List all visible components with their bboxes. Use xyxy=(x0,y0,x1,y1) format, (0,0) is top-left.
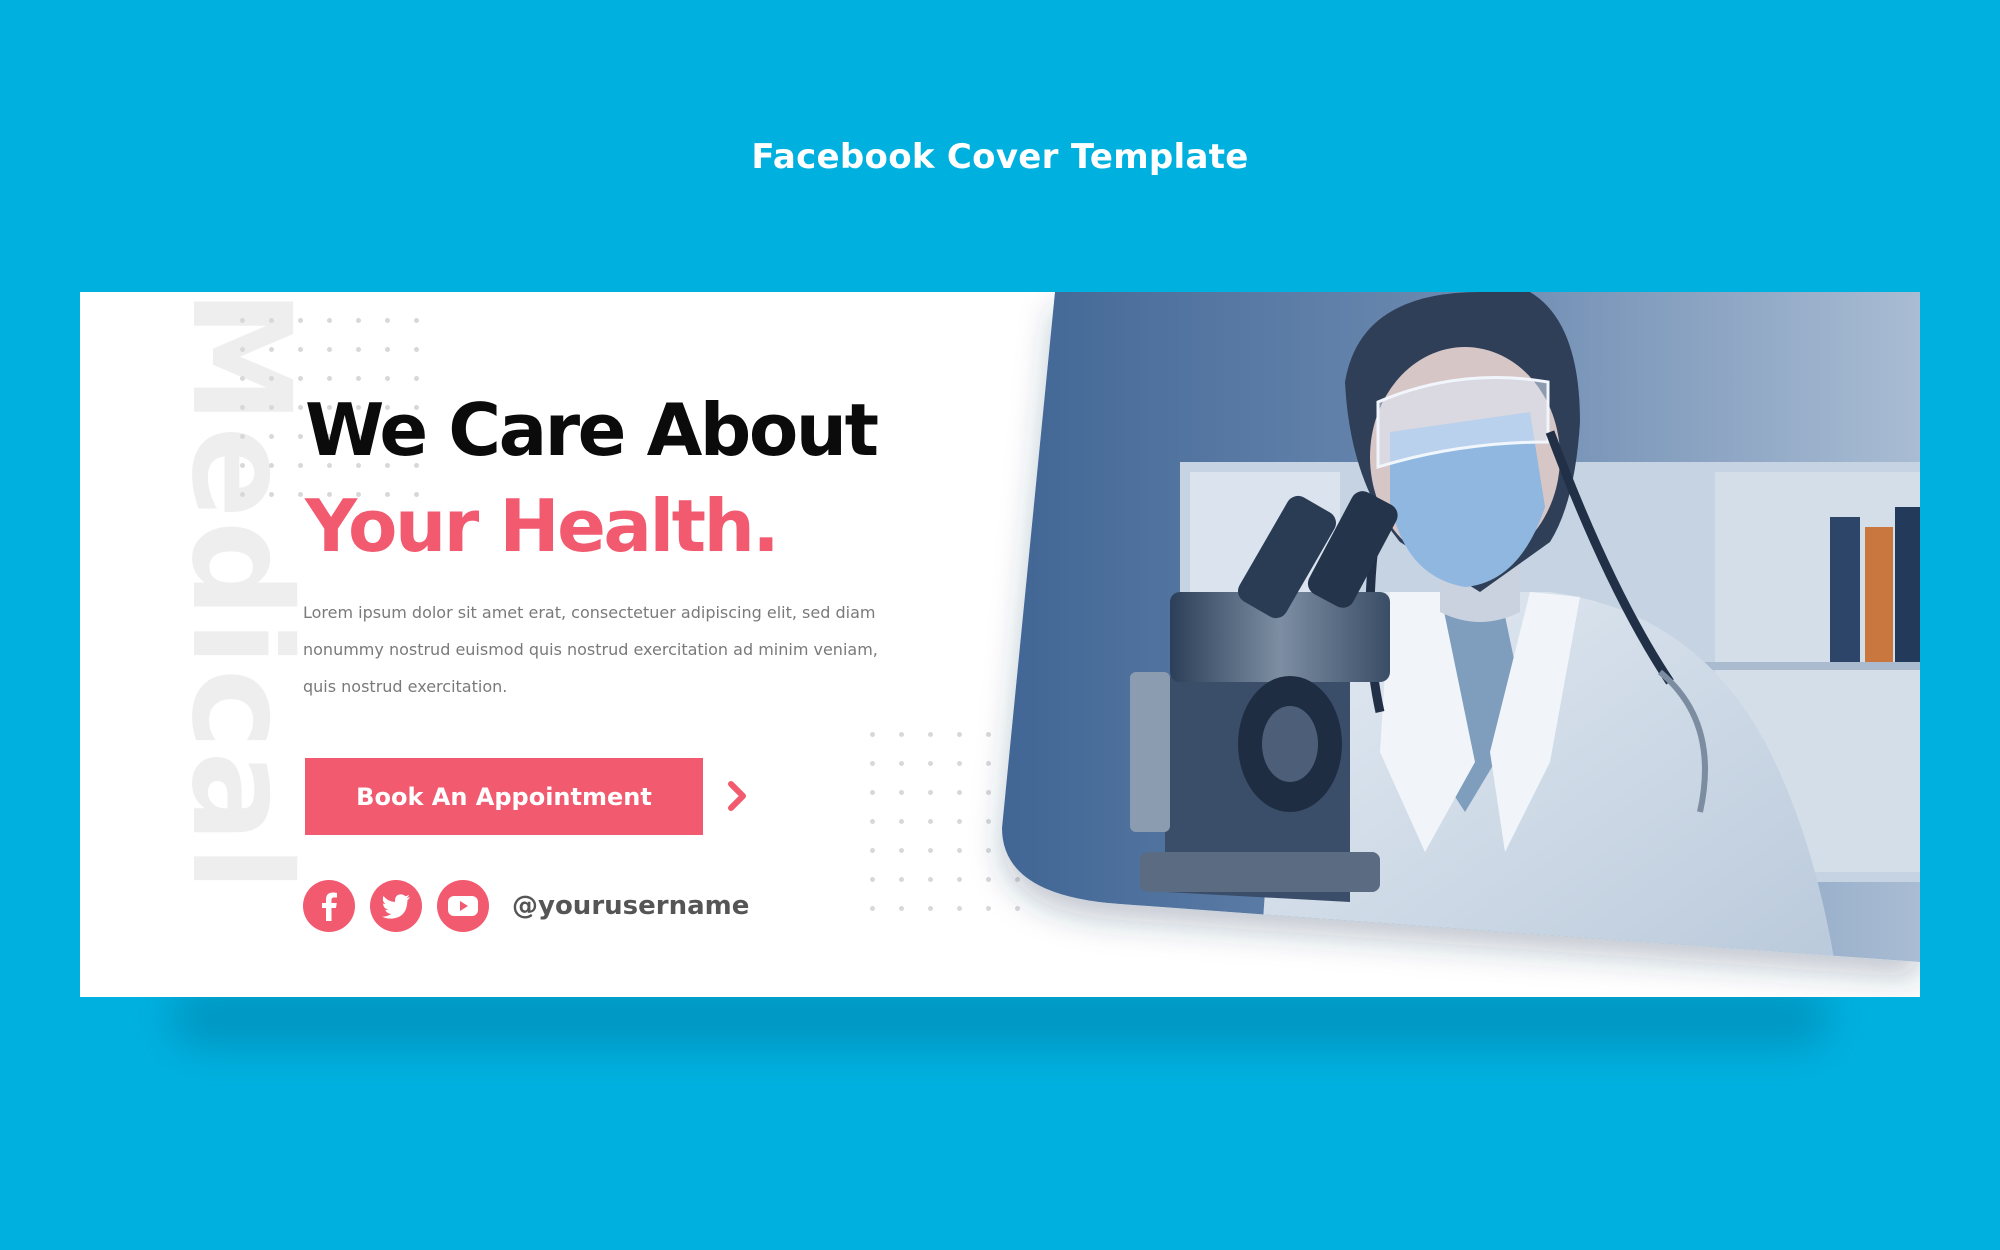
username-handle: @yourusername xyxy=(512,891,750,921)
body-line-2: nonummy nostrud euismod quis nostrud exe… xyxy=(303,640,878,659)
social-links: @yourusername xyxy=(303,880,749,932)
headline-line-1: We Care About xyxy=(305,388,879,472)
book-appointment-button[interactable]: Book An Appointment xyxy=(305,758,703,835)
youtube-icon[interactable] xyxy=(437,880,489,932)
facebook-icon[interactable] xyxy=(303,880,355,932)
body-paragraph: Lorem ipsum dolor sit amet erat, consect… xyxy=(303,594,943,705)
twitter-icon[interactable] xyxy=(370,880,422,932)
chevron-right-icon[interactable] xyxy=(717,776,757,816)
body-line-1: Lorem ipsum dolor sit amet erat, consect… xyxy=(303,603,876,622)
cover-shadow xyxy=(170,990,1830,1045)
page-title: Facebook Cover Template xyxy=(751,137,1249,177)
facebook-cover: Medical We Care About Your Health. Lorem… xyxy=(80,292,1920,997)
headline-line-2: Your Health. xyxy=(305,484,780,568)
body-line-3: quis nostrud exercitation. xyxy=(303,677,508,696)
